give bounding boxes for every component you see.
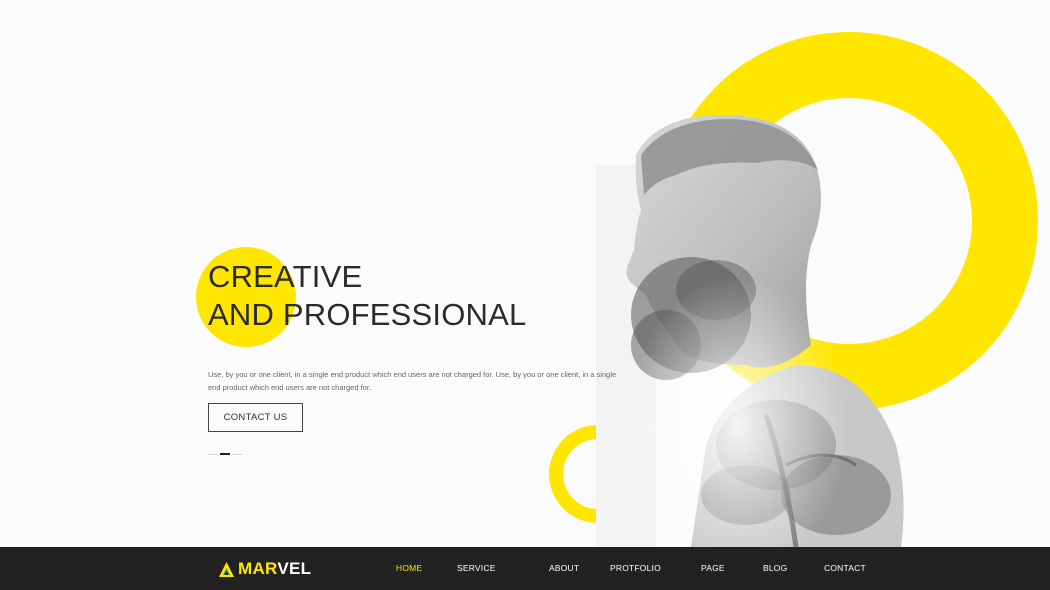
slider-dot-3[interactable] xyxy=(232,453,242,455)
logo-text: MARVEL xyxy=(238,559,311,579)
contact-us-button[interactable]: CONTACT US xyxy=(208,403,303,432)
logo-text-part2: VEL xyxy=(277,559,312,578)
nav-about[interactable]: ABOUT xyxy=(549,563,579,573)
hero-section: CREATIVE AND PROFESSIONAL Use, by you or… xyxy=(0,0,1050,547)
slider-dot-1[interactable] xyxy=(208,453,218,455)
triangle-logo-icon xyxy=(219,561,234,577)
nav-service[interactable]: SERVICE xyxy=(457,563,496,573)
headline-line-2: AND PROFESSIONAL xyxy=(208,297,527,332)
hero-headline: CREATIVE AND PROFESSIONAL xyxy=(208,258,526,334)
nav-portfolio[interactable]: PROTFOLIO xyxy=(610,563,661,573)
logo-text-part1: MAR xyxy=(238,559,278,578)
bottom-navbar xyxy=(0,547,1050,590)
nav-home[interactable]: HOME xyxy=(396,563,422,573)
nav-contact[interactable]: CONTACT xyxy=(824,563,866,573)
portrait-image xyxy=(596,115,911,547)
headline-line-1: CREATIVE xyxy=(208,259,363,294)
slider-dot-2[interactable] xyxy=(220,453,230,455)
nav-blog[interactable]: BLOG xyxy=(763,563,787,573)
hero-description: Use, by you or one client, in a single e… xyxy=(208,370,617,392)
decorative-yellow-arc xyxy=(549,425,599,523)
marvel-logo[interactable]: MARVEL xyxy=(218,559,311,579)
slider-dots xyxy=(208,453,242,455)
nav-page[interactable]: PAGE xyxy=(701,563,725,573)
